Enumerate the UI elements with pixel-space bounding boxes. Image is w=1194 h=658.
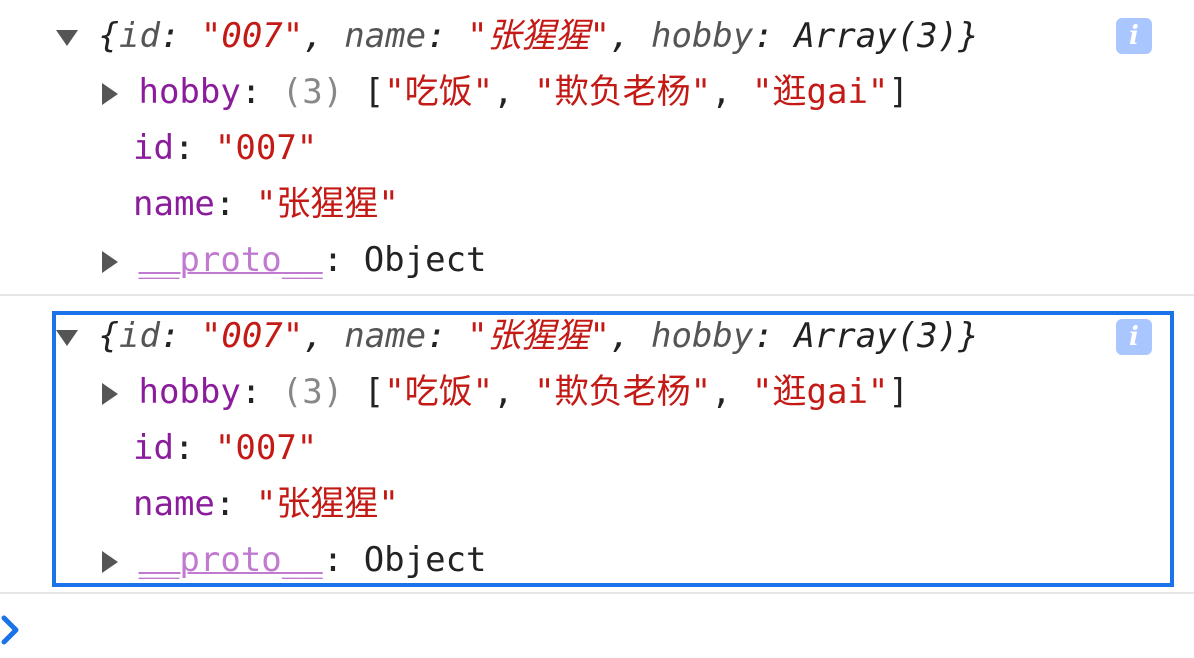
comma: , <box>303 316 324 356</box>
colon: : <box>173 428 195 468</box>
proto-value: Object <box>363 540 487 580</box>
brace: } <box>958 316 979 356</box>
divider <box>0 294 1194 296</box>
summary-value: Array(3) <box>794 316 959 356</box>
array-item: "吃饭" <box>384 372 494 412</box>
property-value: "007" <box>214 128 318 168</box>
property-key: name <box>133 184 215 224</box>
comma: , <box>610 16 631 56</box>
comma: , <box>493 72 514 112</box>
object-summary-row[interactable]: {id: "007", name: "张猩猩", hobby: Array(3)… <box>56 8 979 64</box>
array-item: "吃饭" <box>384 72 494 112</box>
comma: , <box>303 16 324 56</box>
summary-key: id <box>118 16 160 56</box>
brace: } <box>958 16 979 56</box>
info-label: i <box>1129 322 1139 352</box>
expand-down-icon[interactable] <box>56 29 78 46</box>
brace: { <box>98 16 119 56</box>
expand-right-icon[interactable] <box>102 250 118 273</box>
bracket: ] <box>888 72 909 112</box>
summary-key: hobby <box>651 16 754 56</box>
colon: : <box>426 16 447 56</box>
summary-value: "张猩猩" <box>467 316 611 356</box>
property-key: name <box>133 484 215 524</box>
summary-value: "007" <box>200 16 304 56</box>
proto-value: Object <box>363 240 487 280</box>
array-count: (3) <box>281 372 344 412</box>
summary-key: name <box>344 16 427 56</box>
summary-value: "007" <box>200 316 304 356</box>
property-key: hobby <box>138 372 241 412</box>
name-row: name: "张猩猩" <box>133 176 399 232</box>
bracket: ] <box>888 372 909 412</box>
colon: : <box>159 316 181 356</box>
property-key: id <box>133 128 174 168</box>
property-key: id <box>133 428 174 468</box>
property-key: hobby <box>138 72 241 112</box>
bracket: [ <box>363 372 385 412</box>
object-summary-row[interactable]: {id: "007", name: "张猩猩", hobby: Array(3)… <box>56 308 979 364</box>
colon: : <box>753 316 774 356</box>
summary-value: Array(3) <box>794 16 959 56</box>
colon: : <box>214 484 236 524</box>
comma: , <box>493 372 514 412</box>
summary-key: id <box>118 316 160 356</box>
id-row: id: "007" <box>133 420 317 476</box>
colon: : <box>173 128 195 168</box>
proto-key: __proto__ <box>138 240 323 280</box>
name-row: name: "张猩猩" <box>133 476 399 532</box>
info-icon[interactable]: i <box>1116 18 1152 54</box>
summary-key: name <box>344 316 427 356</box>
expand-down-icon[interactable] <box>56 329 78 346</box>
divider <box>0 592 1194 594</box>
colon: : <box>159 16 181 56</box>
summary-value: "张猩猩" <box>467 16 611 56</box>
property-value: "007" <box>214 428 318 468</box>
expand-right-icon[interactable] <box>102 82 118 105</box>
array-item: "逛gai" <box>752 372 889 412</box>
bracket: [ <box>363 72 385 112</box>
colon: : <box>426 316 447 356</box>
id-row: id: "007" <box>133 120 317 176</box>
brace: { <box>98 316 119 356</box>
array-count: (3) <box>281 72 344 112</box>
hobby-row[interactable]: hobby: (3) ["吃饭", "欺负老杨", "逛gai"] <box>102 64 909 120</box>
comma: , <box>711 372 732 412</box>
colon: : <box>322 240 344 280</box>
colon: : <box>214 184 236 224</box>
proto-row[interactable]: __proto__: Object <box>102 532 487 588</box>
info-label: i <box>1129 21 1139 51</box>
hobby-row[interactable]: hobby: (3) ["吃饭", "欺负老杨", "逛gai"] <box>102 364 909 420</box>
comma: , <box>610 316 631 356</box>
comma: , <box>711 72 732 112</box>
proto-row[interactable]: __proto__: Object <box>102 232 487 288</box>
property-value: "张猩猩" <box>255 184 399 224</box>
info-icon[interactable]: i <box>1116 319 1152 355</box>
console-prompt[interactable] <box>0 612 24 657</box>
proto-key: __proto__ <box>138 540 323 580</box>
chevron-right-icon <box>1 615 19 645</box>
colon: : <box>240 372 262 412</box>
array-item: "欺负老杨" <box>534 372 712 412</box>
summary-key: hobby <box>651 316 754 356</box>
property-value: "张猩猩" <box>255 484 399 524</box>
colon: : <box>240 72 262 112</box>
colon: : <box>322 540 344 580</box>
expand-right-icon[interactable] <box>102 550 118 573</box>
colon: : <box>753 16 774 56</box>
array-item: "逛gai" <box>752 72 889 112</box>
array-item: "欺负老杨" <box>534 72 712 112</box>
expand-right-icon[interactable] <box>102 382 118 405</box>
